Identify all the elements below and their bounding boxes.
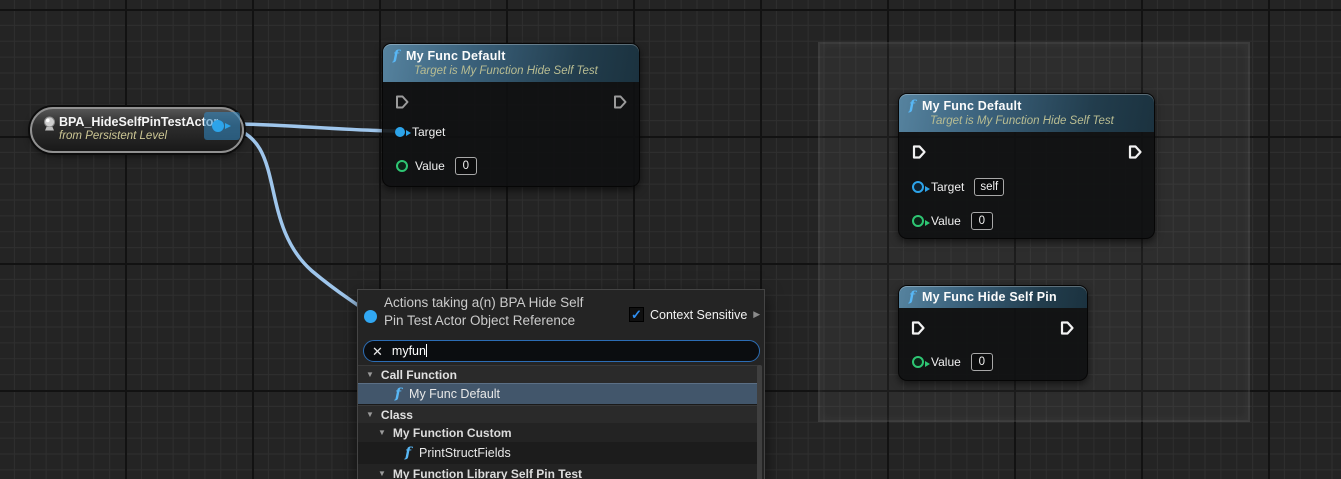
- node-title: My Func Default: [406, 49, 506, 63]
- blueprint-graph-canvas[interactable]: BPA_HideSelfPinTestActor from Persistent…: [0, 0, 1341, 479]
- menu-title: Actions taking a(n) BPA Hide Self Pin Te…: [384, 294, 583, 329]
- actor-node-subtitle: from Persistent Level: [59, 130, 167, 142]
- value-input[interactable]: 0: [971, 353, 993, 371]
- actor-output-pin[interactable]: [212, 120, 224, 132]
- category-call-function[interactable]: ▼ Call Function: [358, 365, 758, 383]
- value-input[interactable]: 0: [455, 157, 477, 175]
- node-subtitle: Target is My Function Hide Self Test: [414, 65, 629, 77]
- collapse-triangle-icon[interactable]: ▼: [378, 469, 386, 478]
- action-item-print-struct-fields[interactable]: f PrintStructFields: [358, 442, 758, 464]
- function-icon: f: [909, 291, 915, 303]
- exec-out-pin[interactable]: [1059, 320, 1075, 336]
- node-header[interactable]: f My Func Hide Self Pin: [899, 286, 1087, 308]
- exec-out-pin[interactable]: [1127, 144, 1143, 160]
- search-input[interactable]: ✕ myfun: [363, 340, 760, 362]
- collapse-triangle-icon[interactable]: ▼: [366, 410, 374, 419]
- value-input[interactable]: 0: [971, 212, 993, 230]
- function-icon: f: [395, 388, 401, 400]
- action-item-my-func-default[interactable]: f My Func Default: [358, 383, 758, 405]
- exec-in-pin[interactable]: [910, 320, 926, 336]
- blueprint-action-menu: Actions taking a(n) BPA Hide Self Pin Te…: [357, 289, 765, 479]
- context-sensitive-label: Context Sensitive: [650, 308, 747, 322]
- value-pin[interactable]: [912, 215, 924, 227]
- wire-actor-to-menu[interactable]: [227, 127, 369, 314]
- menu-pin-dot-icon: [364, 310, 377, 323]
- action-list: ▼ Call Function f My Func Default ▼ Clas…: [358, 365, 758, 479]
- node-title: My Func Default: [922, 99, 1022, 113]
- subcategory-my-function-custom[interactable]: ▼ My Function Custom: [358, 423, 758, 442]
- text-caret: [426, 344, 427, 357]
- actor-node-title: BPA_HideSelfPinTestActor: [59, 115, 218, 129]
- node-my-func-default-a[interactable]: f My Func Default Target is My Function …: [382, 43, 640, 187]
- subcategory-my-function-library[interactable]: ▼ My Function Library Self Pin Test: [358, 464, 758, 479]
- expand-arrow-icon[interactable]: ▶: [753, 309, 760, 320]
- node-subtitle: Target is My Function Hide Self Test: [930, 115, 1144, 127]
- wire-actor-to-target[interactable]: [227, 124, 399, 131]
- node-title: My Func Hide Self Pin: [922, 290, 1057, 304]
- value-pin-label: Value: [931, 214, 961, 228]
- target-pin-label: Target: [931, 180, 964, 194]
- value-pin-label: Value: [415, 159, 445, 173]
- node-my-func-hide-self-pin[interactable]: f My Func Hide Self Pin Value 0: [898, 285, 1088, 381]
- clear-search-icon[interactable]: ✕: [372, 345, 383, 358]
- node-header[interactable]: f My Func Default Target is My Function …: [899, 94, 1154, 132]
- target-pin[interactable]: [395, 127, 405, 137]
- value-pin[interactable]: [912, 356, 924, 368]
- node-header[interactable]: f My Func Default Target is My Function …: [383, 44, 639, 82]
- value-pin-label: Value: [931, 355, 961, 369]
- value-pin[interactable]: [396, 160, 408, 172]
- node-my-func-default-b[interactable]: f My Func Default Target is My Function …: [898, 93, 1155, 239]
- collapse-triangle-icon[interactable]: ▼: [366, 370, 374, 379]
- target-pin-label: Target: [412, 125, 445, 139]
- menu-scrollbar[interactable]: [757, 365, 762, 479]
- exec-out-pin[interactable]: [612, 94, 628, 110]
- target-input[interactable]: self: [974, 178, 1004, 196]
- function-icon: f: [405, 447, 411, 459]
- function-icon: f: [909, 100, 915, 112]
- target-pin[interactable]: [912, 181, 924, 193]
- node-actor-reference[interactable]: BPA_HideSelfPinTestActor from Persistent…: [30, 107, 244, 153]
- exec-in-pin[interactable]: [911, 144, 927, 160]
- category-class[interactable]: ▼ Class: [358, 405, 758, 423]
- function-icon: f: [393, 50, 399, 62]
- exec-in-pin[interactable]: [394, 94, 410, 110]
- actor-orb-icon: [42, 116, 57, 137]
- collapse-triangle-icon[interactable]: ▼: [378, 428, 386, 437]
- context-sensitive-checkbox[interactable]: ✓: [629, 307, 644, 322]
- search-value: myfun: [392, 344, 426, 358]
